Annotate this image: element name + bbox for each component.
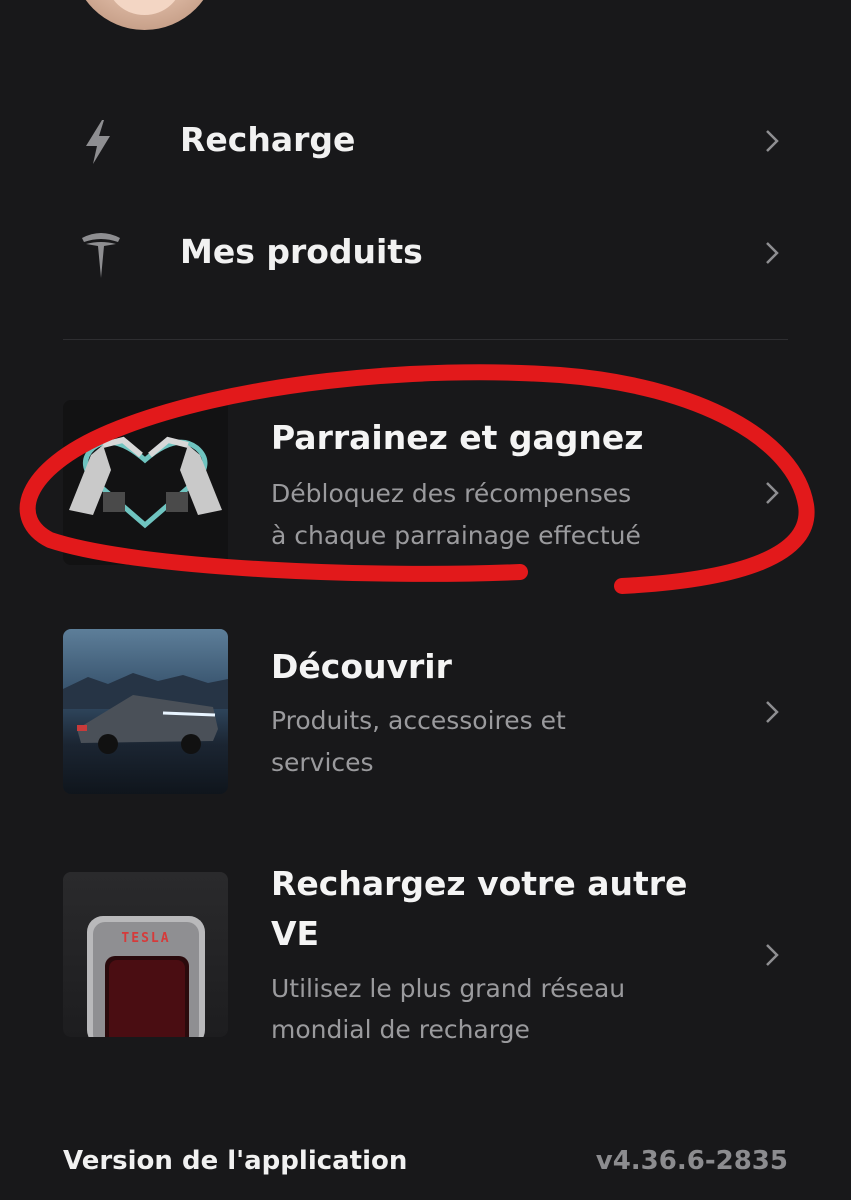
app-version-value: v4.36.6-2835 — [595, 1146, 788, 1176]
menu-item-label: Mes produits — [180, 232, 423, 271]
card-charge-other-ev[interactable]: TESLA Rechargez votre autre VE Utilisez … — [0, 858, 851, 1048]
chevron-right-icon — [762, 942, 782, 968]
card-referral[interactable]: Parrainez et gagnez Débloquez des récomp… — [0, 400, 851, 570]
bolt-icon — [78, 118, 120, 170]
chevron-right-icon — [762, 480, 782, 506]
chevron-right-icon — [762, 699, 782, 725]
card-title-line2: VE — [271, 914, 320, 953]
tesla-logo-icon — [80, 228, 122, 284]
referral-thumbnail — [63, 400, 228, 565]
supercharger-thumbnail: TESLA — [63, 872, 228, 1037]
card-title: Parrainez et gagnez — [271, 418, 644, 457]
card-title: Découvrir — [271, 647, 452, 686]
app-version-label: Version de l'application — [63, 1146, 408, 1176]
chevron-right-icon — [762, 128, 782, 154]
menu-item-label: Recharge — [180, 120, 356, 159]
tesla-badge: TESLA — [121, 931, 170, 946]
card-subtitle-line2: services — [271, 748, 374, 777]
card-subtitle-line2: mondial de recharge — [271, 1015, 530, 1044]
card-subtitle-line1: Débloquez des récompenses — [271, 479, 632, 508]
card-subtitle-line2: à chaque parrainage effectué — [271, 521, 641, 550]
menu-item-recharge[interactable]: Recharge — [0, 110, 851, 174]
card-discover[interactable]: Découvrir Produits, accessoires et servi… — [0, 629, 851, 799]
divider — [63, 339, 788, 340]
avatar-face — [107, 0, 182, 15]
avatar[interactable] — [72, 0, 217, 30]
card-title-line1: Rechargez votre autre — [271, 864, 688, 903]
card-subtitle-line1: Utilisez le plus grand réseau — [271, 974, 626, 1003]
card-subtitle-line1: Produits, accessoires et — [271, 706, 566, 735]
menu-item-mes-produits[interactable]: Mes produits — [0, 222, 851, 286]
chevron-right-icon — [762, 240, 782, 266]
cybertruck-thumbnail — [63, 629, 228, 794]
